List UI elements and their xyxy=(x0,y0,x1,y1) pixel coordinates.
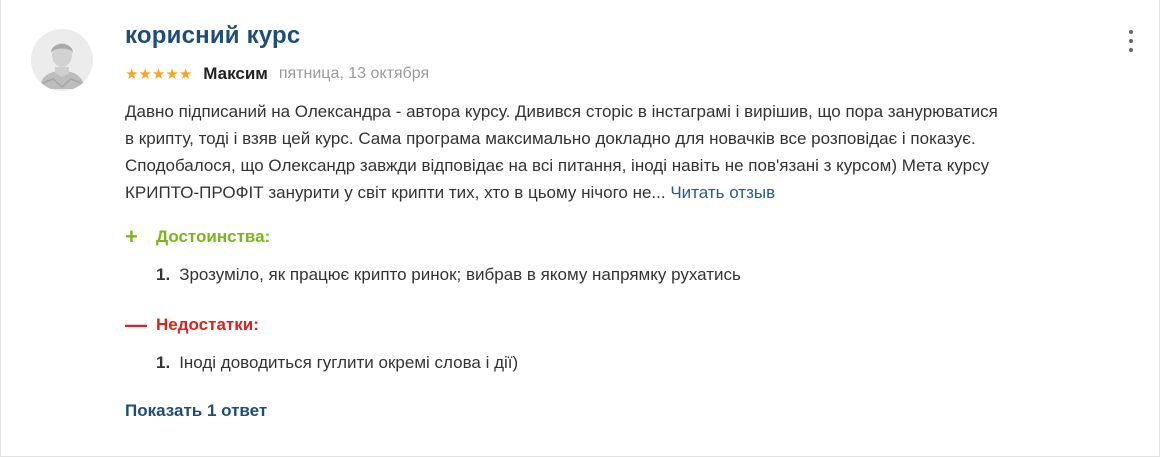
review-text: Давно підписаний на Олександра - автора … xyxy=(125,98,1135,206)
review-text-line: Давно підписаний на Олександра - автора … xyxy=(125,102,998,121)
read-review-link[interactable]: Читать отзыв xyxy=(670,183,775,202)
review-card: корисний курс ★ ★ ★ ★ ★ Максим пятница, … xyxy=(0,0,1160,457)
list-number: 1. xyxy=(156,353,171,372)
list-number: 1. xyxy=(156,265,171,284)
review-meta: ★ ★ ★ ★ ★ Максим пятница, 13 октября xyxy=(125,63,429,85)
star-rating: ★ ★ ★ ★ ★ xyxy=(125,67,192,82)
cons-heading: — Недостатки: xyxy=(125,314,259,336)
star-icon: ★ xyxy=(178,65,193,83)
star-icon: ★ xyxy=(151,65,166,83)
review-date: пятница, 13 октября xyxy=(278,65,430,82)
review-title: корисний курс xyxy=(125,22,301,49)
pros-list-item: 1. Зрозуміло, як працює крипто ринок; ви… xyxy=(156,265,741,285)
review-text-line: Сподобалося, що Олександр завжди відпові… xyxy=(125,156,990,175)
star-icon: ★ xyxy=(125,65,139,83)
pros-label: Достоинства: xyxy=(156,227,271,246)
star-icon: ★ xyxy=(165,65,179,83)
pros-heading: + Достоинства: xyxy=(125,226,270,248)
plus-icon: + xyxy=(125,224,138,249)
author-name[interactable]: Максим xyxy=(203,64,268,84)
user-avatar-icon xyxy=(31,29,93,91)
review-text-line: в крипту, тоді і взяв цей курс. Сама про… xyxy=(125,129,976,148)
pros-item-text: Зрозуміло, як працює крипто ринок; вибра… xyxy=(179,265,741,284)
show-replies-button[interactable]: Показать 1 ответ xyxy=(125,401,267,421)
review-text-line: КРИПТО-ПРОФІТ занурити у світ крипти тих… xyxy=(125,183,666,202)
star-icon: ★ xyxy=(138,65,152,83)
cons-item-text: Іноді доводиться гуглити окремі слова і … xyxy=(179,353,519,372)
minus-icon: — xyxy=(125,312,147,337)
cons-label: Недостатки: xyxy=(156,315,259,334)
review-text-line-last: КРИПТО-ПРОФІТ занурити у світ крипти тих… xyxy=(125,179,1135,206)
cons-list-item: 1. Іноді доводиться гуглити окремі слова… xyxy=(156,353,518,373)
more-vertical-icon[interactable] xyxy=(1121,30,1141,52)
